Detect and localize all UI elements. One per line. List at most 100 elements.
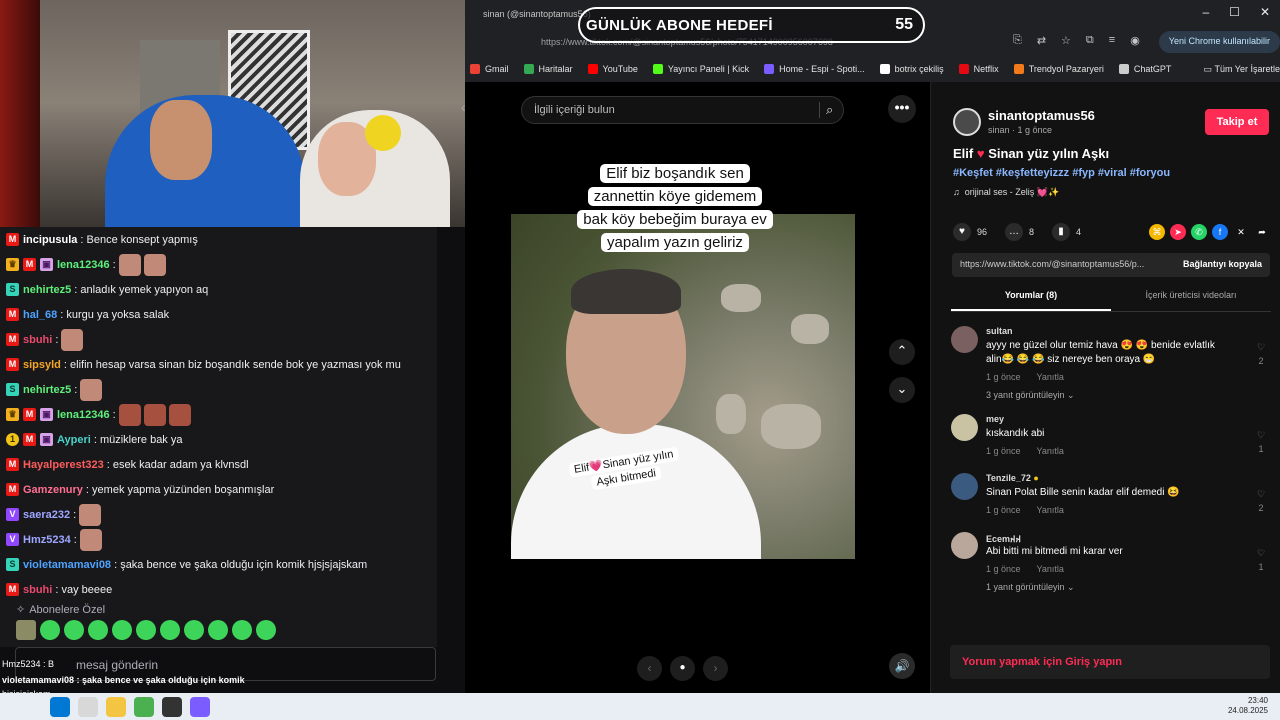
copy-link-button[interactable]: Bağlantıyı kopyala (1183, 259, 1262, 269)
star-icon[interactable]: ☆ (1061, 34, 1071, 47)
comment-user[interactable]: sultan (986, 326, 1013, 336)
post-hashtags[interactable]: #Keşfet #keşfetteyizzz #fyp #viral #fory… (953, 167, 1170, 179)
reply-button[interactable]: Yanıtla (1037, 564, 1064, 574)
profile-icon[interactable]: ◉ (1130, 34, 1140, 47)
media-icon[interactable]: ≡ (1109, 34, 1115, 47)
author-name[interactable]: sinantoptamus56 (988, 108, 1095, 123)
emote[interactable] (160, 620, 180, 640)
login-to-comment[interactable]: Yorum yapmak için Giriş yapın (950, 645, 1270, 679)
comment-like[interactable]: ♡ 2 (1251, 340, 1271, 368)
comment-user[interactable]: Tenzile_72 ● (986, 473, 1039, 483)
like-button[interactable]: ♥ 96 (953, 223, 987, 241)
bookmark-item[interactable]: Yayıncı Paneli | Kick (652, 64, 749, 74)
chat-username[interactable]: lena12346 (57, 259, 110, 271)
volume-icon[interactable]: 🔊 (889, 653, 915, 679)
chat-username[interactable]: sbuhi (23, 334, 52, 346)
bookmark-item[interactable]: ChatGPT (1118, 64, 1171, 74)
search-icon[interactable] (78, 697, 98, 717)
avatar[interactable] (951, 414, 978, 441)
follow-button[interactable]: Takip et (1205, 109, 1269, 135)
bookmark-item[interactable]: botrix çekiliş (879, 64, 944, 74)
emote[interactable] (184, 620, 204, 640)
tab-title[interactable]: sinan (@sinantoptamus56) (483, 9, 591, 19)
bookmark-item[interactable]: Home - Espi - Spoti... (764, 64, 865, 74)
save-button[interactable]: ▮ 4 (1052, 223, 1081, 241)
reply-button[interactable]: Yanıtla (1037, 372, 1064, 382)
avatar[interactable] (951, 326, 978, 353)
comment-like[interactable]: ♡ 1 (1251, 546, 1271, 574)
chrome-icon[interactable] (134, 697, 154, 717)
search-icon[interactable]: ⌕ (819, 102, 835, 118)
emote[interactable] (232, 620, 252, 640)
tab-creator-videos[interactable]: İçerik üreticisi videoları (1111, 290, 1271, 311)
extensions-icon[interactable]: ⧉ (1086, 34, 1094, 47)
bookmark-item[interactable]: Gmail (470, 64, 509, 74)
send-icon[interactable]: ➤ (1170, 224, 1186, 240)
chat-username[interactable]: sbuhi (23, 584, 52, 596)
embed-icon[interactable]: ⌘ (1149, 224, 1165, 240)
emote[interactable] (208, 620, 228, 640)
prev-photo-icon[interactable]: ‹ (637, 656, 662, 681)
whatsapp-icon[interactable]: ✆ (1191, 224, 1207, 240)
comment-user[interactable]: Ecem𐰴𐰴 (986, 532, 1021, 545)
chat-username[interactable]: nehirtez5 (23, 284, 71, 296)
x-icon[interactable]: ✕ (1233, 224, 1249, 240)
reply-button[interactable]: Yanıtla (1037, 446, 1064, 456)
emote[interactable] (16, 620, 36, 640)
install-icon[interactable]: ⎘ (1013, 34, 1022, 47)
chat-username[interactable]: Hayalperest323 (23, 459, 104, 471)
start-icon[interactable] (50, 697, 70, 717)
chevron-up-icon[interactable]: ⌃ (889, 339, 915, 365)
chevron-down-icon[interactable]: ⌄ (889, 377, 915, 403)
emote[interactable] (256, 620, 276, 640)
comment-like[interactable]: ♡ 2 (1251, 487, 1271, 515)
avatar[interactable] (951, 532, 978, 559)
emote[interactable] (88, 620, 108, 640)
bookmark-item[interactable]: Trendyol Pazaryeri (1013, 64, 1104, 74)
chat-username[interactable]: hal_68 (23, 309, 57, 321)
all-bookmarks[interactable]: ▭ Tüm Yer İşaretle (1203, 58, 1280, 80)
next-photo-icon[interactable]: › (703, 656, 728, 681)
tab-comments[interactable]: Yorumlar (8) (951, 290, 1111, 311)
chat-username[interactable]: Hmz5234 (23, 534, 71, 546)
chat-username[interactable]: incipusula (23, 234, 77, 246)
reply-button[interactable]: Yanıtla (1037, 505, 1064, 515)
back-icon[interactable]: ‹ (461, 99, 466, 115)
emote-picker-row[interactable] (16, 620, 276, 640)
chat-username[interactable]: lena12346 (57, 409, 110, 421)
comment-like[interactable]: ♡ 1 (1251, 428, 1271, 456)
bookmark-item[interactable]: Netflix (958, 64, 999, 74)
bookmark-item[interactable]: Haritalar (523, 64, 573, 74)
view-replies[interactable]: 3 yanıt görüntüleyin ⌄ (986, 390, 1075, 401)
translate-icon[interactable]: ⇄ (1037, 34, 1046, 47)
chat-username[interactable]: Ayperi (57, 434, 91, 446)
emote[interactable] (112, 620, 132, 640)
avatar[interactable] (951, 473, 978, 500)
share-link-box[interactable]: https://www.tiktok.com/@sinantoptamus56/… (952, 253, 1270, 277)
maximize-icon[interactable]: ☐ (1229, 5, 1240, 19)
pager-dot-icon[interactable]: ● (670, 656, 695, 681)
obs-icon[interactable] (162, 697, 182, 717)
folder-icon[interactable] (106, 697, 126, 717)
more-options-icon[interactable]: ••• (888, 95, 916, 123)
search-input[interactable]: İlgili içeriği bulun ⌕ (521, 96, 844, 124)
minimize-icon[interactable]: – (1202, 5, 1209, 19)
comment-button[interactable]: … 8 (1005, 223, 1034, 241)
chrome-update-button[interactable]: Yeni Chrome kullanılabilir (1158, 31, 1280, 53)
chat-username[interactable]: violetamamavi08 (23, 559, 111, 571)
facebook-icon[interactable]: f (1212, 224, 1228, 240)
emote[interactable] (136, 620, 156, 640)
close-icon[interactable]: ✕ (1260, 5, 1270, 19)
emote[interactable] (64, 620, 84, 640)
view-replies[interactable]: 1 yanıt görüntüleyin ⌄ (986, 582, 1075, 593)
share-icon[interactable]: ➦ (1254, 224, 1270, 240)
chat-username[interactable]: sipsyld (23, 359, 61, 371)
discord-icon[interactable] (190, 697, 210, 717)
chat-username[interactable]: nehirtez5 (23, 384, 71, 396)
emote[interactable] (40, 620, 60, 640)
bookmark-item[interactable]: YouTube (587, 64, 638, 74)
post-sound[interactable]: ♫ orijinal ses - Zeliş 💓✨ (953, 187, 1059, 198)
author-avatar[interactable] (953, 108, 981, 136)
comment-user[interactable]: mey (986, 414, 1004, 424)
chat-username[interactable]: saera232 (23, 509, 70, 521)
